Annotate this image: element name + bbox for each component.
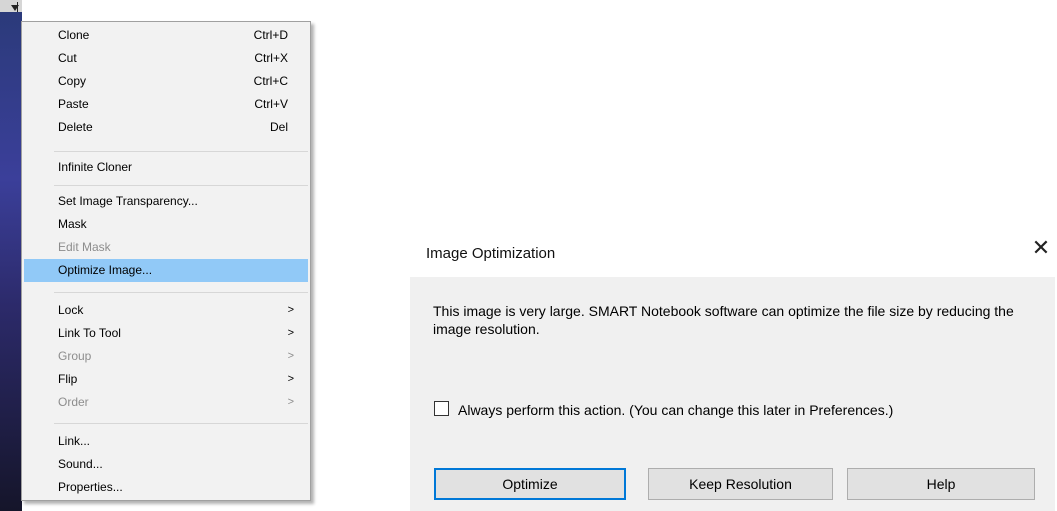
menu-item-label: Cut [58,51,77,65]
menu-item-shortcut: Ctrl+X [254,51,288,65]
menu-item-shortcut: Ctrl+V [254,97,288,111]
menu-item-label: Delete [58,120,93,134]
menu-item-shortcut: Del [269,120,288,134]
menu-item-label: Infinite Cloner [58,160,133,174]
canvas-background-strip [0,0,22,511]
context-menu: Clone Ctrl+D Cut Ctrl+X Copy Ctrl+C Past… [21,21,311,501]
menu-item-optimize-image[interactable]: Optimize Image... [24,259,308,282]
menu-item-lock[interactable]: Lock > [24,299,308,322]
submenu-arrow-icon: > [287,327,294,339]
menu-item-label: Clone [58,28,90,42]
menu-separator [54,292,308,293]
menu-separator [54,185,308,186]
keep-resolution-button[interactable]: Keep Resolution [648,468,833,500]
submenu-arrow-icon: > [287,304,294,316]
menu-handle-line [17,2,18,12]
menu-item-edit-mask: Edit Mask [24,236,308,259]
help-button[interactable]: Help [847,468,1035,500]
menu-item-label: Copy [58,74,87,88]
dialog-message: This image is very large. SMART Notebook… [433,303,1014,337]
close-icon[interactable]: ✕ [1030,235,1052,263]
menu-item-paste[interactable]: Paste Ctrl+V [24,93,308,116]
menu-item-group: Group > [24,345,308,368]
menu-item-label: Link To Tool [58,326,121,340]
always-perform-checkbox[interactable] [434,401,449,416]
menu-item-delete[interactable]: Delete Del [24,116,308,139]
menu-separator [54,423,308,424]
menu-item-copy[interactable]: Copy Ctrl+C [24,70,308,93]
menu-item-label: Mask [58,217,87,231]
menu-item-sound[interactable]: Sound... [24,453,308,476]
menu-separator [54,151,308,152]
menu-item-label: Paste [58,97,89,111]
optimize-button[interactable]: Optimize [434,468,626,500]
menu-item-label: Set Image Transparency... [58,194,198,208]
menu-item-mask[interactable]: Mask [24,213,308,236]
menu-item-clone[interactable]: Clone Ctrl+D [24,24,308,47]
dialog-title: Image Optimization [426,245,556,262]
menu-item-label: Flip [58,372,78,386]
image-optimization-dialog: Image Optimization ✕ This image is very … [410,227,1055,511]
menu-item-link[interactable]: Link... [24,430,308,453]
menu-item-label: Group [58,349,92,363]
dialog-body: This image is very large. SMART Notebook… [410,277,1055,511]
always-perform-checkbox-label[interactable]: Always perform this action. (You can cha… [458,400,893,420]
menu-item-order: Order > [24,391,308,414]
menu-item-set-image-transparency[interactable]: Set Image Transparency... [24,190,308,213]
menu-item-label: Lock [58,303,84,317]
menu-item-label: Sound... [58,457,103,471]
menu-item-cut[interactable]: Cut Ctrl+X [24,47,308,70]
menu-item-label: Edit Mask [58,240,111,254]
menu-item-shortcut: Ctrl+C [253,74,288,88]
submenu-arrow-icon: > [287,396,294,408]
menu-item-flip[interactable]: Flip > [24,368,308,391]
submenu-arrow-icon: > [287,373,294,385]
menu-item-label: Order [58,395,89,409]
menu-item-shortcut: Ctrl+D [253,28,288,42]
submenu-arrow-icon: > [287,350,294,362]
menu-item-label: Link... [58,434,91,448]
menu-item-label: Optimize Image... [58,263,153,277]
menu-item-label: Properties... [58,480,123,494]
menu-item-infinite-cloner[interactable]: Infinite Cloner [24,156,308,179]
menu-item-link-to-tool[interactable]: Link To Tool > [24,322,308,345]
menu-item-properties[interactable]: Properties... [24,476,308,499]
